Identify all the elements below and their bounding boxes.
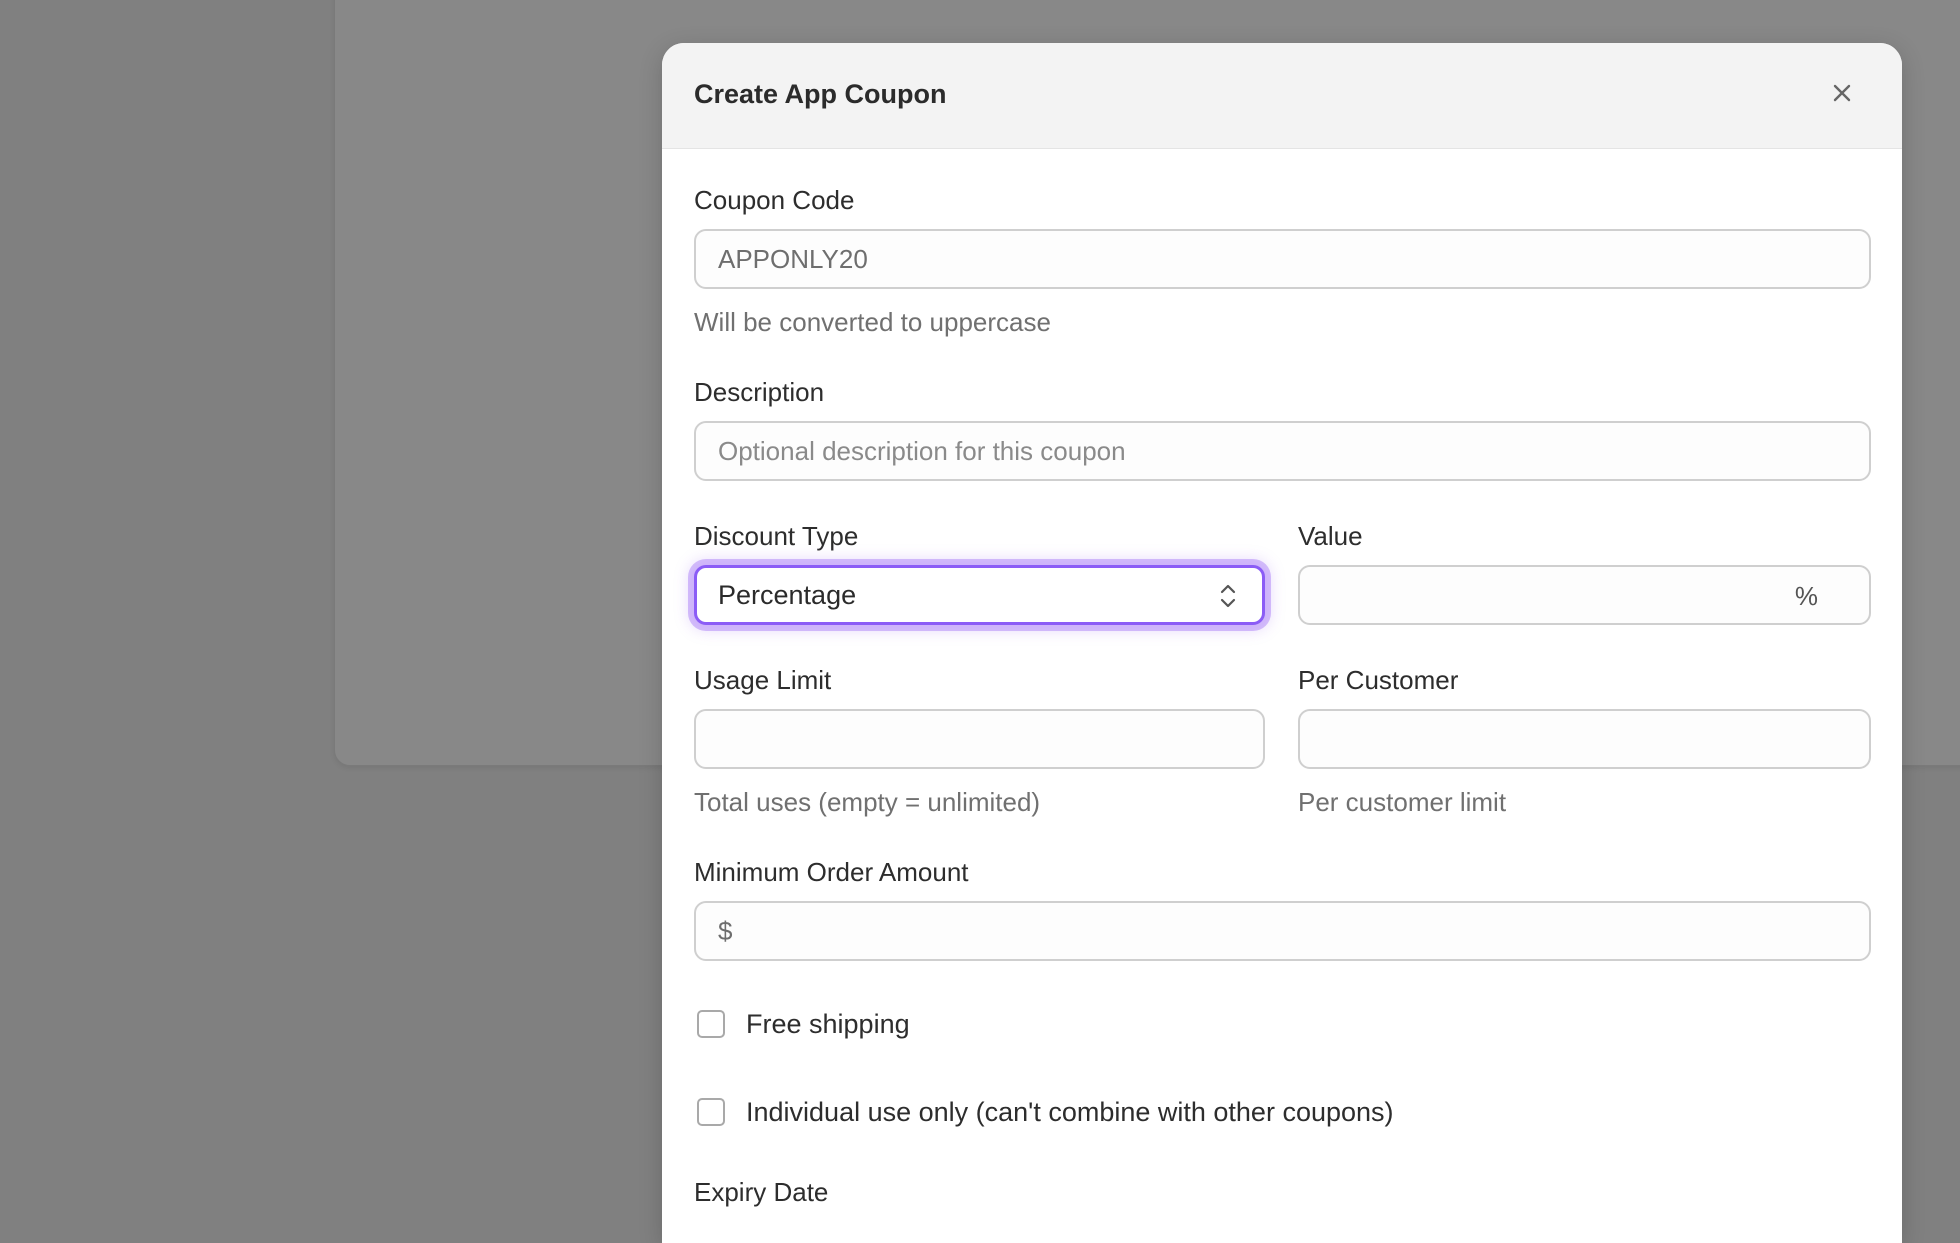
value-label: Value — [1298, 521, 1363, 551]
description-input[interactable]: Optional description for this coupon — [694, 421, 1871, 481]
individual-use-label: Individual use only (can't combine with … — [746, 1097, 1394, 1127]
free-shipping-checkbox[interactable] — [697, 1010, 725, 1038]
usage-limit-input[interactable] — [694, 709, 1265, 769]
close-button[interactable] — [1822, 73, 1862, 113]
coupon-code-value: APPONLY20 — [718, 243, 868, 274]
description-label: Description — [694, 377, 825, 407]
modal-header: Create App Coupon — [662, 43, 1902, 149]
per-customer-help: Per customer limit — [1298, 787, 1507, 817]
chevron-up-down-icon — [1220, 584, 1236, 608]
value-suffix: % — [1794, 581, 1818, 611]
discount-type-value: Percentage — [718, 579, 857, 610]
close-icon — [1833, 84, 1851, 102]
description-placeholder: Optional description for this coupon — [718, 435, 1126, 466]
usage-limit-label: Usage Limit — [694, 665, 832, 695]
min-order-input[interactable]: $ — [694, 901, 1871, 961]
discount-type-select[interactable]: Percentage — [694, 565, 1265, 625]
per-customer-input[interactable] — [1298, 709, 1871, 769]
coupon-code-input[interactable]: APPONLY20 — [694, 229, 1871, 289]
free-shipping-label: Free shipping — [746, 1009, 910, 1039]
create-coupon-modal: Create App Coupon Coupon Code APPONLY20 … — [662, 43, 1902, 1243]
expiry-date-label: Expiry Date — [694, 1177, 829, 1207]
coupon-code-label: Coupon Code — [694, 185, 855, 215]
discount-type-label: Discount Type — [694, 521, 859, 551]
per-customer-label: Per Customer — [1298, 665, 1459, 695]
modal-title: Create App Coupon — [694, 79, 947, 109]
coupon-code-help: Will be converted to uppercase — [694, 307, 1051, 337]
individual-use-checkbox[interactable] — [697, 1098, 725, 1126]
currency-prefix: $ — [718, 915, 733, 946]
min-order-label: Minimum Order Amount — [694, 857, 969, 887]
usage-limit-help: Total uses (empty = unlimited) — [694, 787, 1041, 817]
value-input[interactable] — [1298, 565, 1871, 625]
